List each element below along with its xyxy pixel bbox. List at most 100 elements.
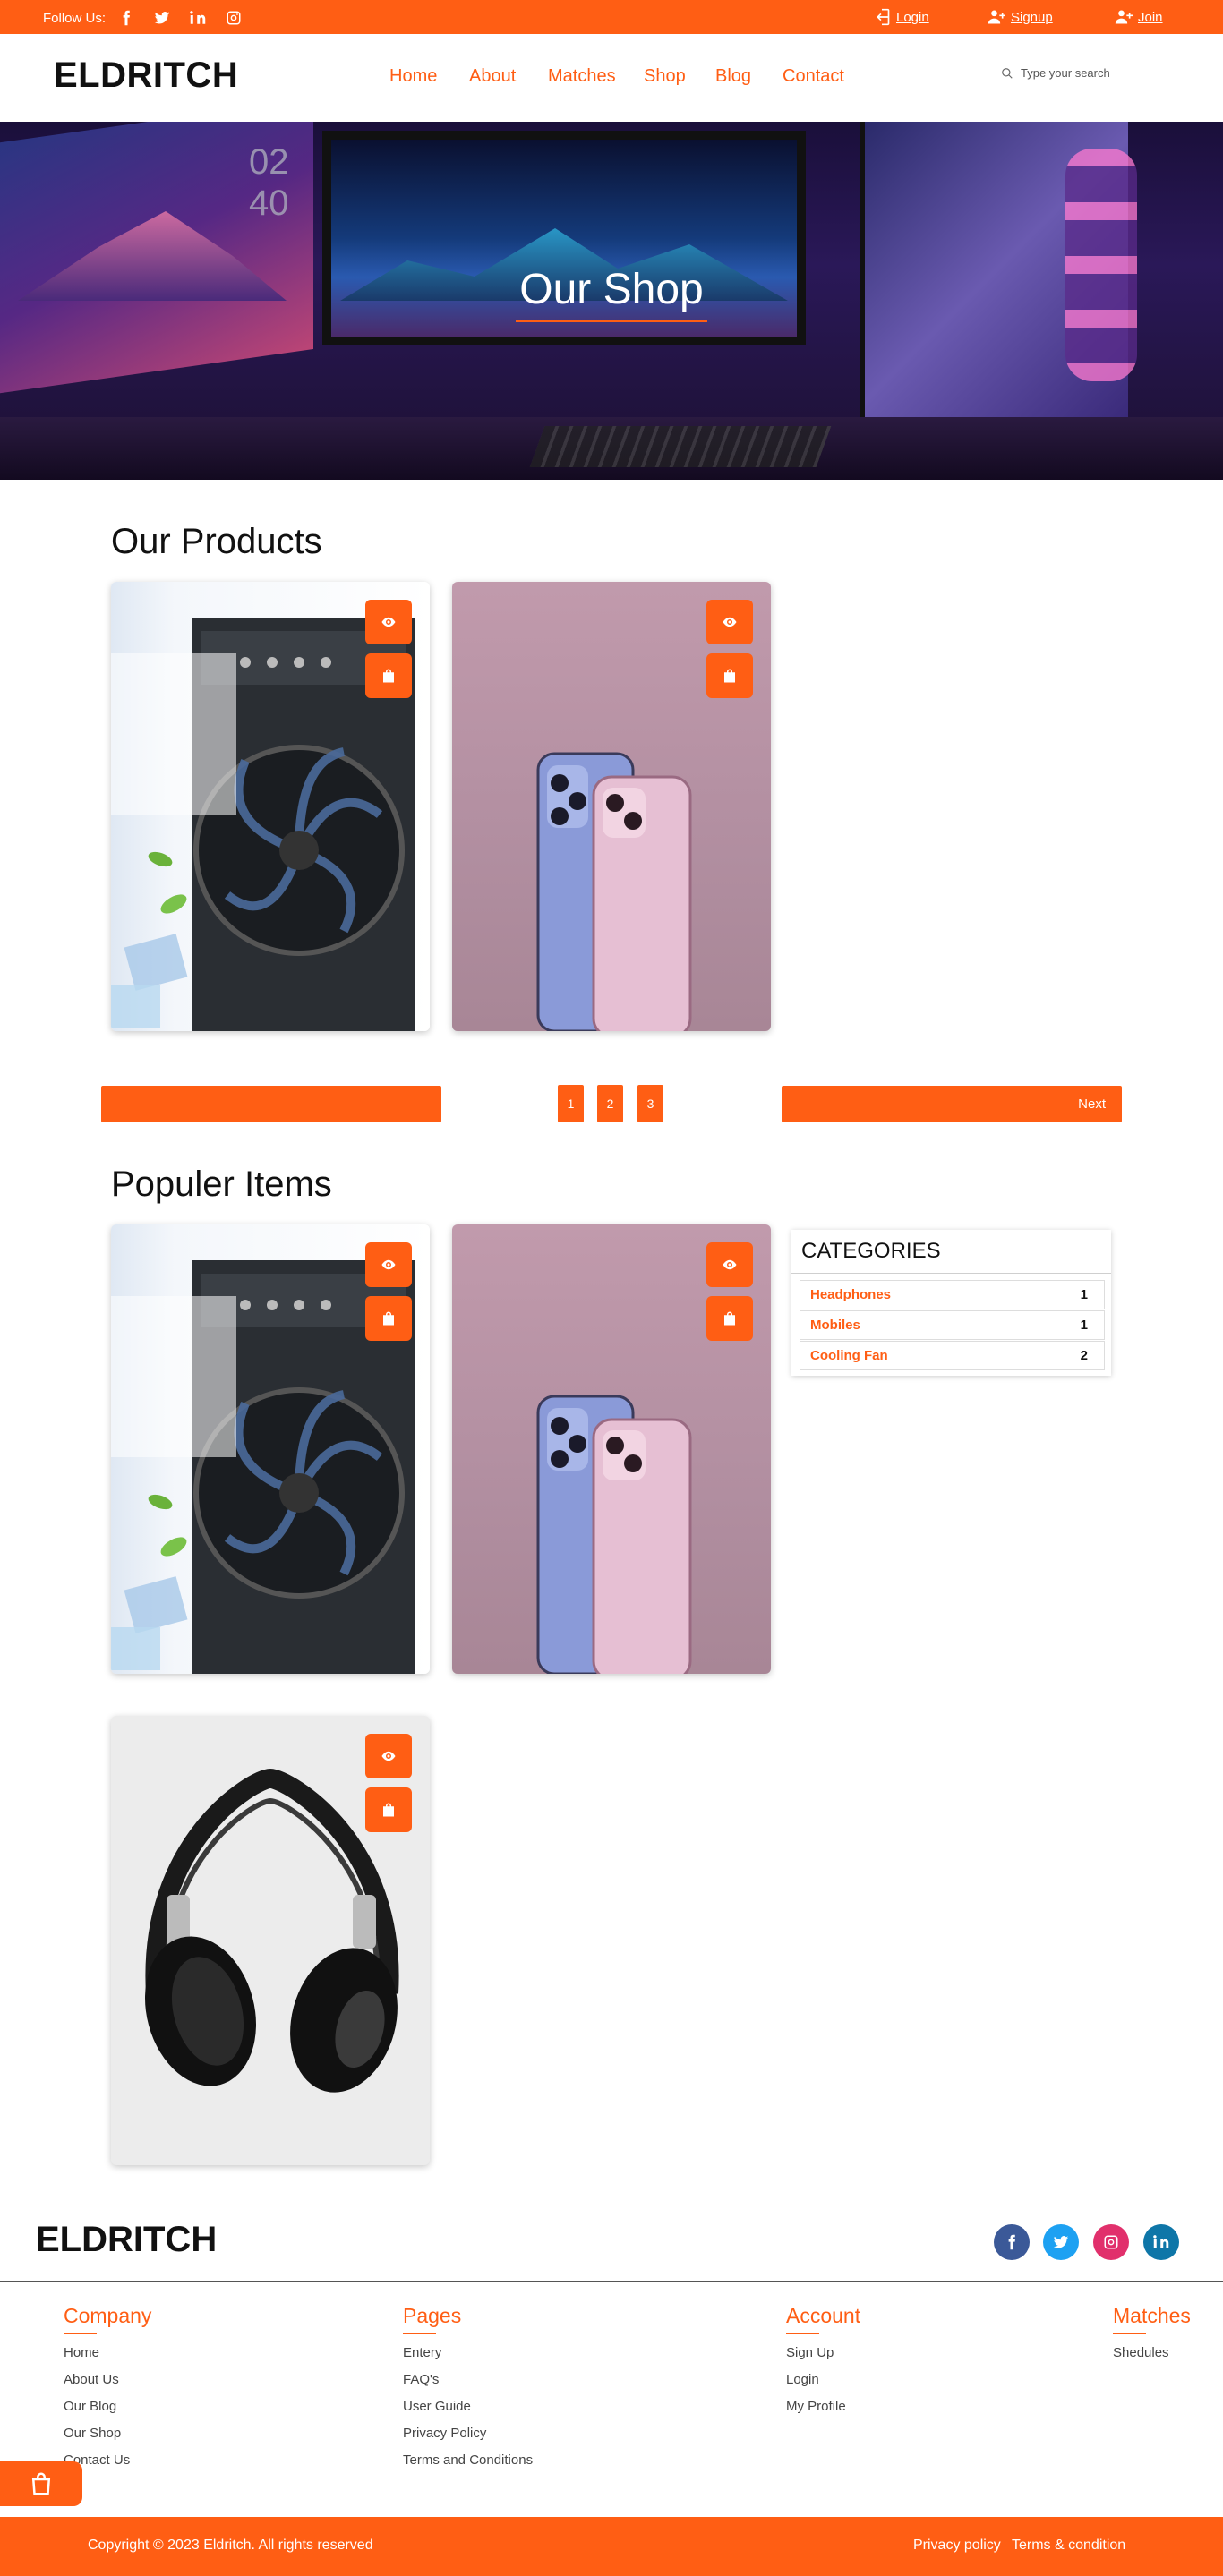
- footer-matches-title: Matches: [1113, 2304, 1191, 2327]
- footer-link-login[interactable]: Login: [786, 2372, 819, 2387]
- site-logo[interactable]: ELDRITCH: [54, 55, 238, 96]
- facebook-icon[interactable]: [118, 10, 134, 26]
- category-mobiles[interactable]: Mobiles 1: [800, 1310, 1105, 1340]
- footer-link-home[interactable]: Home: [64, 2345, 99, 2360]
- product-card-fan[interactable]: [111, 582, 430, 1031]
- footer-instagram-icon[interactable]: [1093, 2224, 1129, 2260]
- eye-icon: [381, 617, 396, 627]
- footer-link-profile[interactable]: My Profile: [786, 2399, 846, 2414]
- search-input[interactable]: [1021, 66, 1137, 80]
- terms-condition-link[interactable]: Terms & condition: [1012, 2538, 1125, 2554]
- signup-link[interactable]: Signup: [987, 8, 1053, 26]
- products-title: Our Products: [111, 522, 322, 561]
- popular-card-phones[interactable]: [452, 1224, 771, 1674]
- login-link[interactable]: Login: [872, 8, 929, 26]
- search-box: [1001, 66, 1137, 80]
- bag-icon: [724, 669, 735, 683]
- page-1-button[interactable]: 1: [558, 1085, 584, 1122]
- popular-card-headphones[interactable]: [111, 1716, 430, 2165]
- footer-pages-title: Pages: [403, 2304, 462, 2327]
- mobile-phones-image: [536, 752, 692, 1031]
- eye-icon: [723, 617, 737, 627]
- category-name: Cooling Fan: [810, 1348, 888, 1363]
- join-label: Join: [1138, 9, 1163, 25]
- popular-card-fan[interactable]: [111, 1224, 430, 1674]
- bag-icon: [383, 1311, 394, 1326]
- categories-divider: [791, 1273, 1111, 1274]
- hero-banner: 02 40 Our Shop: [0, 122, 1223, 480]
- nav-about[interactable]: About: [469, 66, 516, 87]
- follow-label: Follow Us:: [43, 10, 107, 26]
- bottom-bar: Copyright © 2023 Eldritch. All rights re…: [0, 2517, 1223, 2576]
- quick-view-button[interactable]: [706, 1242, 753, 1287]
- footer-linkedin-icon[interactable]: [1143, 2224, 1179, 2260]
- nav-matches[interactable]: Matches: [548, 66, 616, 87]
- quick-view-button[interactable]: [365, 1242, 412, 1287]
- add-to-cart-button[interactable]: [365, 653, 412, 698]
- top-bar: Follow Us: Login Signup Join: [0, 0, 1223, 34]
- add-to-cart-button[interactable]: [365, 1787, 412, 1832]
- next-page-button[interactable]: Next: [782, 1086, 1122, 1122]
- footer-link-signup[interactable]: Sign Up: [786, 2345, 834, 2360]
- footer-link-terms[interactable]: Terms and Conditions: [403, 2452, 533, 2468]
- nav-shop[interactable]: Shop: [644, 66, 686, 87]
- hero-clock-minute: 40: [249, 183, 289, 223]
- follow-us: Follow Us:: [43, 10, 261, 26]
- cooling-fan-image: [111, 618, 415, 1031]
- eye-icon: [381, 1751, 396, 1761]
- eye-icon: [381, 1259, 396, 1270]
- nav-home[interactable]: Home: [389, 66, 437, 87]
- add-to-cart-button[interactable]: [706, 1296, 753, 1341]
- floating-cart-button[interactable]: [0, 2461, 82, 2506]
- footer-link-user-guide[interactable]: User Guide: [403, 2399, 471, 2414]
- category-name: Mobiles: [810, 1318, 860, 1333]
- page-3-button[interactable]: 3: [637, 1085, 663, 1122]
- bag-icon: [724, 1311, 735, 1326]
- quick-view-button[interactable]: [706, 600, 753, 644]
- footer-link-about[interactable]: About Us: [64, 2372, 119, 2387]
- footer-title-underline: [786, 2333, 819, 2334]
- login-icon: [877, 8, 890, 26]
- footer-logo[interactable]: ELDRITCH: [36, 2220, 217, 2260]
- nav-contact[interactable]: Contact: [783, 66, 844, 87]
- site-header: ELDRITCH Home About Matches Shop Blog Co…: [0, 34, 1223, 122]
- quick-view-button[interactable]: [365, 1734, 412, 1778]
- footer-divider: [0, 2281, 1223, 2282]
- previous-page-button[interactable]: [101, 1086, 441, 1122]
- quick-view-button[interactable]: [365, 600, 412, 644]
- user-plus-icon: [1115, 10, 1133, 24]
- footer-link-blog[interactable]: Our Blog: [64, 2399, 116, 2414]
- footer-title-underline: [1113, 2333, 1146, 2334]
- popular-title: Populer Items: [111, 1164, 332, 1204]
- category-count: 1: [1080, 1318, 1088, 1333]
- add-to-cart-button[interactable]: [365, 1296, 412, 1341]
- category-cooling-fan[interactable]: Cooling Fan 2: [800, 1341, 1105, 1370]
- footer-link-faq[interactable]: FAQ's: [403, 2372, 439, 2387]
- categories-title: CATEGORIES: [801, 1239, 941, 1263]
- category-count: 2: [1080, 1348, 1088, 1363]
- category-headphones[interactable]: Headphones 1: [800, 1280, 1105, 1309]
- page-2-button[interactable]: 2: [597, 1085, 623, 1122]
- nav-blog[interactable]: Blog: [715, 66, 751, 87]
- login-label: Login: [896, 9, 929, 25]
- footer-facebook-icon[interactable]: [994, 2224, 1030, 2260]
- search-icon: [1002, 67, 1013, 79]
- footer-link-entery[interactable]: Entery: [403, 2345, 441, 2360]
- add-to-cart-button[interactable]: [706, 653, 753, 698]
- footer-twitter-icon[interactable]: [1043, 2224, 1079, 2260]
- eye-icon: [723, 1259, 737, 1270]
- product-card-phones[interactable]: [452, 582, 771, 1031]
- cooling-fan-image: [111, 1260, 415, 1674]
- mobile-phones-image: [536, 1395, 692, 1674]
- twitter-icon[interactable]: [154, 10, 170, 26]
- footer-link-privacy[interactable]: Privacy Policy: [403, 2426, 486, 2441]
- footer-link-shop[interactable]: Our Shop: [64, 2426, 121, 2441]
- copyright-text: Copyright © 2023 Eldritch. All rights re…: [88, 2538, 373, 2553]
- privacy-policy-link[interactable]: Privacy policy: [913, 2538, 1001, 2554]
- footer-link-schedules[interactable]: Shedules: [1113, 2345, 1169, 2360]
- instagram-icon[interactable]: [226, 10, 242, 26]
- category-name: Headphones: [810, 1287, 892, 1302]
- linkedin-icon[interactable]: [190, 10, 206, 26]
- join-link[interactable]: Join: [1114, 8, 1163, 26]
- footer-title-underline: [64, 2333, 97, 2334]
